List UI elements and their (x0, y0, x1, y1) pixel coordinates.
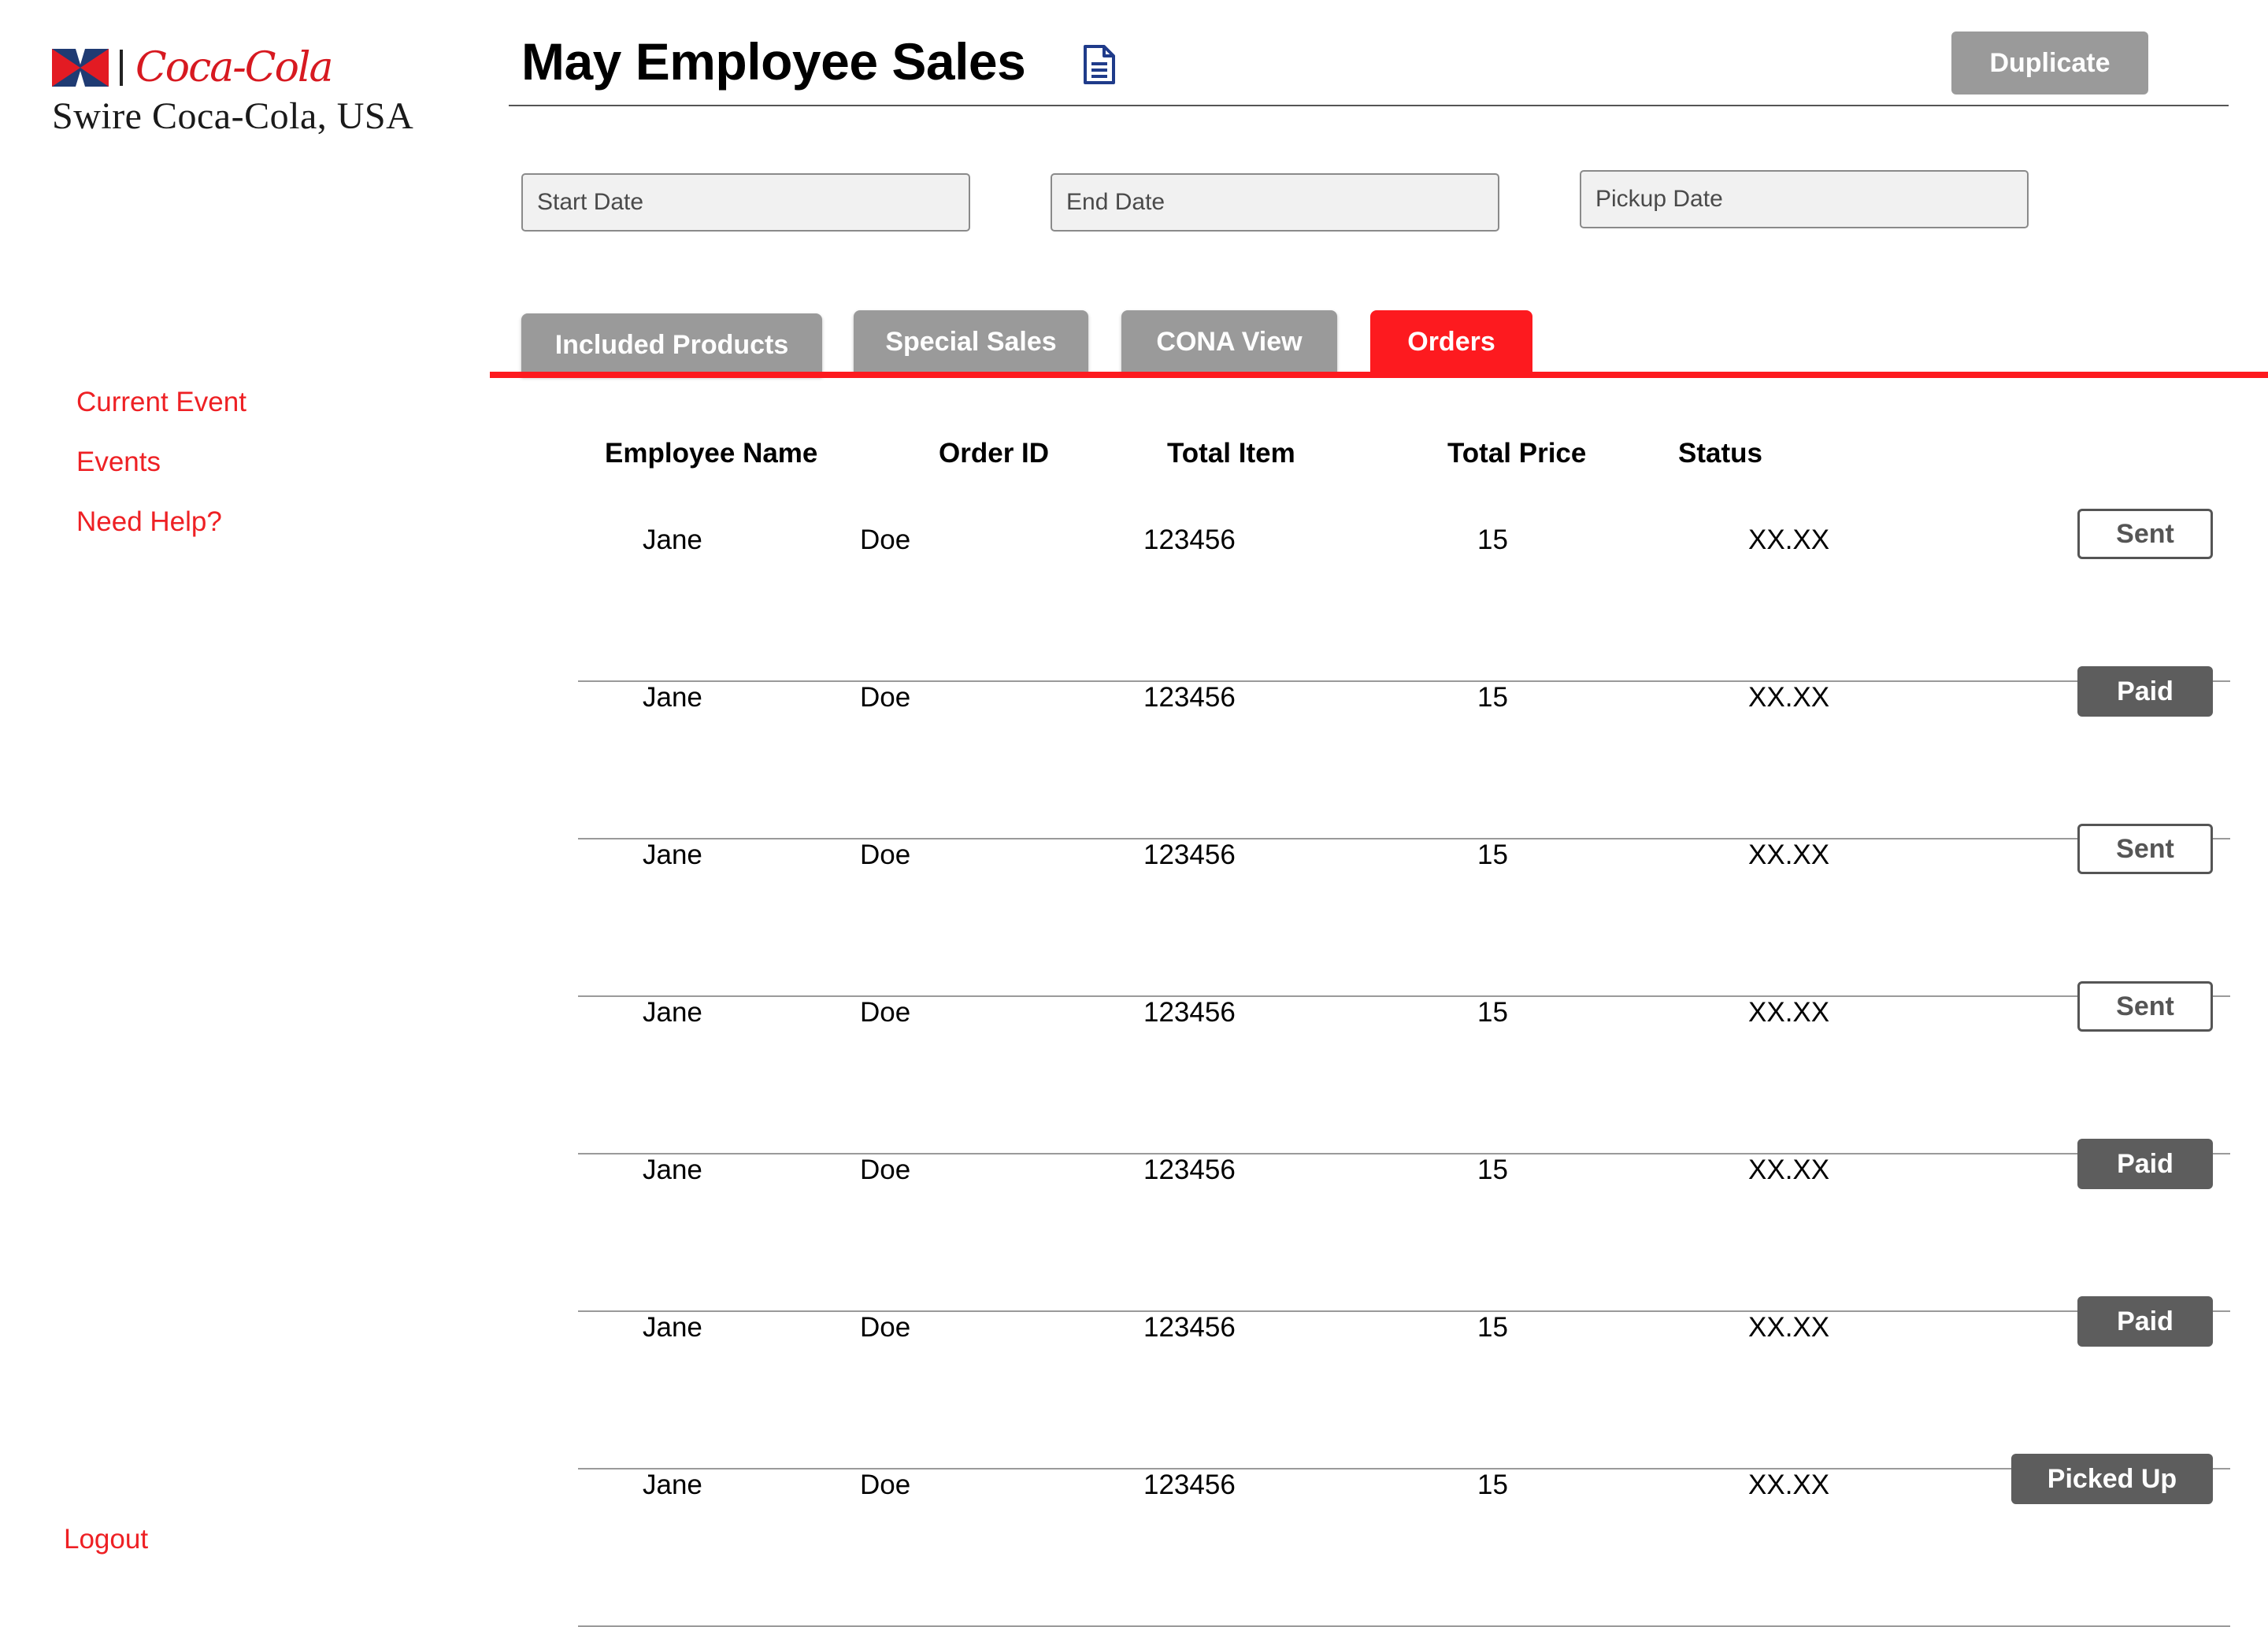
first-name-cell: Jane (643, 1469, 702, 1500)
total-item-cell: 15 (1477, 997, 1508, 1028)
table-row: Jane Doe 123456 15 XX.XX Paid (578, 1296, 2230, 1469)
total-price-cell: XX.XX (1748, 997, 1830, 1028)
sidebar-item-current-event[interactable]: Current Event (76, 387, 246, 418)
swire-coca-cola-logo: Coca-Cola Swire Coca-Cola, USA (52, 46, 446, 140)
tab-orders[interactable]: Orders (1370, 310, 1532, 373)
status-button[interactable]: Paid (2077, 666, 2213, 717)
first-name-cell: Jane (643, 1312, 702, 1343)
coca-cola-wordmark: Coca-Cola (135, 44, 334, 91)
total-price-cell: XX.XX (1748, 1312, 1830, 1343)
order-id-cell: 123456 (1143, 524, 1236, 555)
logo-divider (120, 50, 123, 86)
total-price-cell: XX.XX (1748, 1469, 1830, 1500)
tab-included-products[interactable]: Included Products (521, 313, 822, 376)
total-price-cell: XX.XX (1748, 839, 1830, 870)
status-button[interactable]: Sent (2077, 509, 2213, 559)
order-id-cell: 123456 (1143, 1312, 1236, 1343)
order-id-cell: 123456 (1143, 997, 1236, 1028)
logout-link[interactable]: Logout (64, 1524, 148, 1555)
last-name-cell: Doe (860, 1469, 911, 1500)
last-name-cell: Doe (860, 1312, 911, 1343)
total-item-cell: 15 (1477, 682, 1508, 713)
first-name-cell: Jane (643, 839, 702, 870)
header-status: Status (1678, 438, 1762, 469)
tab-cona-view[interactable]: CONA View (1121, 310, 1337, 373)
last-name-cell: Doe (860, 839, 911, 870)
tab-underline (490, 372, 2268, 378)
first-name-cell: Jane (643, 997, 702, 1028)
last-name-cell: Doe (860, 524, 911, 555)
last-name-cell: Doe (860, 682, 911, 713)
total-item-cell: 15 (1477, 524, 1508, 555)
order-id-cell: 123456 (1143, 682, 1236, 713)
table-row: Jane Doe 123456 15 XX.XX Sent (578, 981, 2230, 1154)
total-price-cell: XX.XX (1748, 1154, 1830, 1185)
sidebar-item-events[interactable]: Events (76, 447, 161, 478)
total-item-cell: 15 (1477, 1312, 1508, 1343)
header-order-id: Order ID (939, 438, 1050, 469)
first-name-cell: Jane (643, 524, 702, 555)
pickup-date-input[interactable] (1580, 170, 2029, 228)
table-row: Jane Doe 123456 15 XX.XX Sent (578, 824, 2230, 997)
header-divider (509, 105, 2229, 106)
first-name-cell: Jane (643, 682, 702, 713)
page-title: May Employee Sales (521, 32, 1026, 91)
table-row: Jane Doe 123456 15 XX.XX Paid (578, 666, 2230, 839)
last-name-cell: Doe (860, 1154, 911, 1185)
swire-wordmark: Swire Coca-Cola, USA (52, 95, 414, 137)
start-date-input[interactable] (521, 173, 970, 232)
table-row: Jane Doe 123456 15 XX.XX Sent (578, 509, 2230, 682)
sidebar-item-need-help[interactable]: Need Help? (76, 506, 222, 538)
swire-flag-icon (52, 49, 109, 87)
document-icon[interactable] (1082, 44, 1117, 85)
total-item-cell: 15 (1477, 1469, 1508, 1500)
order-id-cell: 123456 (1143, 839, 1236, 870)
tab-special-sales[interactable]: Special Sales (854, 310, 1088, 373)
status-button[interactable]: Picked Up (2011, 1454, 2213, 1504)
duplicate-button[interactable]: Duplicate (1951, 32, 2148, 95)
status-button[interactable]: Paid (2077, 1296, 2213, 1347)
status-button[interactable]: Sent (2077, 981, 2213, 1032)
status-button[interactable]: Sent (2077, 824, 2213, 874)
header-total-item: Total Item (1167, 438, 1295, 469)
order-id-cell: 123456 (1143, 1469, 1236, 1500)
order-id-cell: 123456 (1143, 1154, 1236, 1185)
end-date-input[interactable] (1051, 173, 1499, 232)
header-total-price: Total Price (1447, 438, 1587, 469)
total-item-cell: 15 (1477, 1154, 1508, 1185)
total-price-cell: XX.XX (1748, 682, 1830, 713)
header-employee-name: Employee Name (605, 438, 818, 469)
table-row: Jane Doe 123456 15 XX.XX Picked Up (578, 1454, 2230, 1627)
last-name-cell: Doe (860, 997, 911, 1028)
status-button[interactable]: Paid (2077, 1139, 2213, 1189)
first-name-cell: Jane (643, 1154, 702, 1185)
total-price-cell: XX.XX (1748, 524, 1830, 555)
total-item-cell: 15 (1477, 839, 1508, 870)
table-row: Jane Doe 123456 15 XX.XX Paid (578, 1139, 2230, 1312)
